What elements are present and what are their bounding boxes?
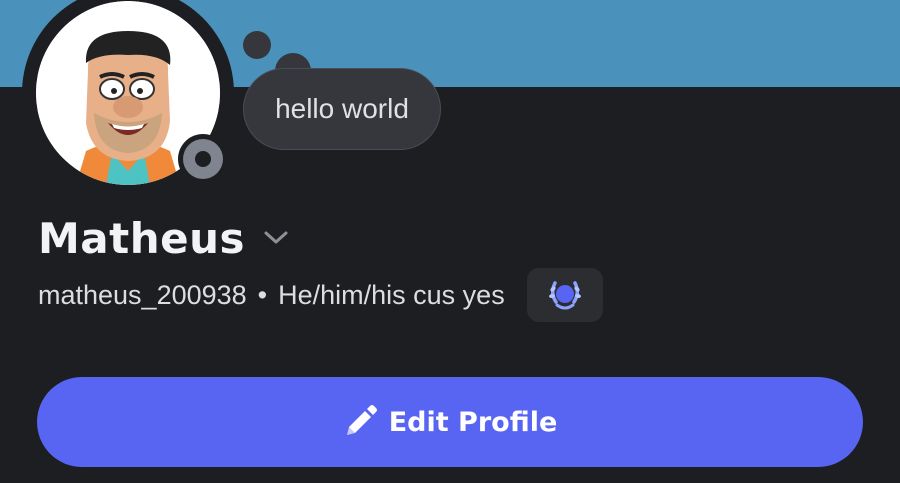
pronouns: He/him/his cus yes (278, 279, 505, 310)
profile-badge[interactable] (526, 268, 603, 322)
separator-dot: • (257, 279, 268, 310)
status-indicator (178, 134, 228, 184)
offline-status-icon (183, 139, 223, 179)
custom-status-bubble[interactable]: hello world (243, 68, 441, 150)
chevron-down-icon[interactable] (263, 225, 289, 251)
pencil-icon (346, 405, 377, 435)
display-name: Matheus (38, 213, 245, 263)
thought-bubble-dot-small (243, 31, 271, 59)
edit-profile-label: Edit Profile (388, 406, 558, 438)
display-name-row[interactable]: Matheus (38, 208, 289, 268)
edit-profile-button[interactable]: Edit Profile (37, 377, 863, 467)
laurel-badge-icon (548, 281, 581, 310)
username: matheus_200938 (38, 279, 247, 310)
profile-meta-row: matheus_200938 • He/him/his cus yes (38, 268, 603, 322)
